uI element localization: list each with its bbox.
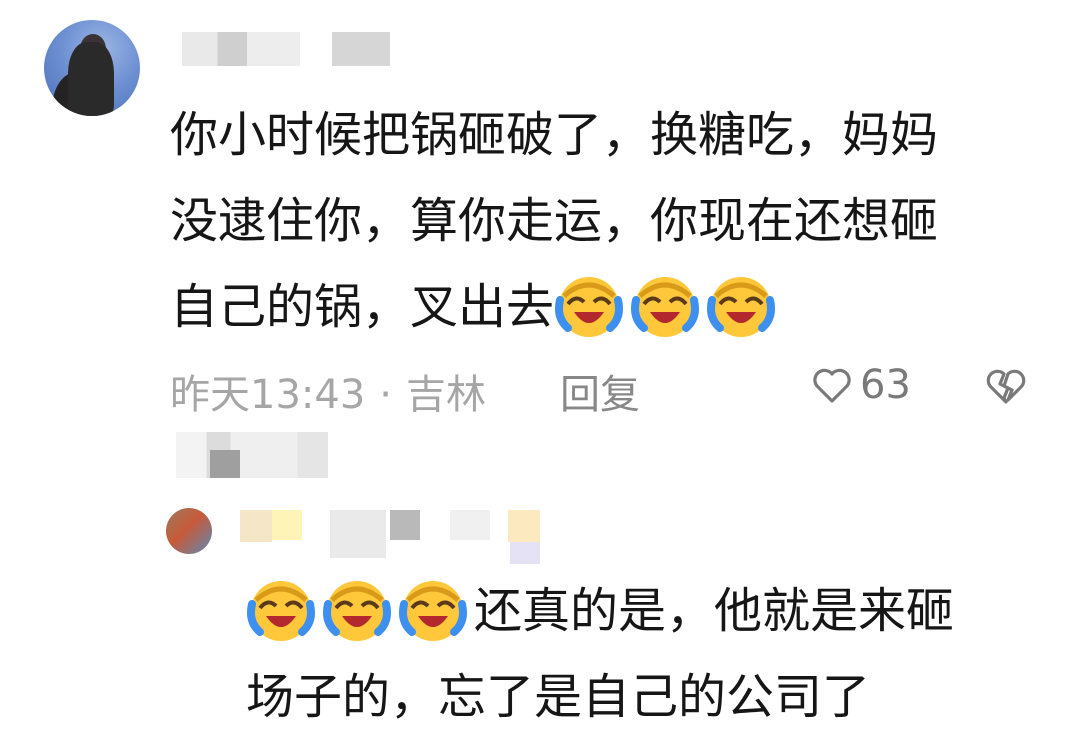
reply-line-1-text: 还真的是，他就是来砸 bbox=[474, 583, 955, 639]
comment-line-1: 你小时候把锅砸破了，换糖吃，妈妈 bbox=[170, 107, 939, 163]
reply-username-blurred bbox=[272, 510, 302, 540]
reply-avatar[interactable] bbox=[166, 508, 212, 554]
comment-location: 吉林 bbox=[406, 372, 486, 418]
laughing-crying-emoji bbox=[322, 574, 392, 644]
comment-text: 你小时候把锅砸破了，换糖吃，妈妈 没逮住你，算你走运，你现在还想砸 自己的锅，叉… bbox=[170, 92, 1030, 350]
comment-line-3: 自己的锅，叉出去 bbox=[170, 264, 1030, 350]
comment-time: 昨天13:43 bbox=[170, 372, 366, 418]
comment-line-2: 没逮住你，算你走运，你现在还想砸 bbox=[170, 193, 939, 249]
reply-username-blurred bbox=[240, 510, 272, 542]
laughing-crying-emoji bbox=[706, 270, 776, 340]
username-blurred bbox=[176, 432, 328, 478]
laughing-crying-emoji bbox=[554, 270, 624, 340]
reply-username-blurred bbox=[508, 510, 540, 542]
dislike-button[interactable] bbox=[984, 362, 1028, 408]
reply-button[interactable]: 回复 bbox=[560, 362, 640, 420]
like-button[interactable]: 63 bbox=[810, 362, 911, 408]
laughing-crying-emoji bbox=[246, 574, 316, 644]
username-blurred bbox=[182, 32, 300, 66]
username-blurred-tail bbox=[332, 32, 390, 66]
broken-heart-icon bbox=[986, 369, 1026, 404]
reply-username-blurred bbox=[330, 510, 386, 558]
like-count: 63 bbox=[860, 362, 911, 408]
comment-line-3-text: 自己的锅，叉出去 bbox=[170, 279, 555, 335]
comment-meta: 昨天13:43 · 吉林 bbox=[170, 362, 486, 420]
meta-separator: · bbox=[379, 372, 392, 418]
heart-icon bbox=[813, 368, 851, 403]
avatar[interactable] bbox=[44, 20, 140, 116]
reply-username-blurred bbox=[390, 510, 420, 540]
reply-username-blurred bbox=[510, 542, 540, 564]
reply-text: 还真的是，他就是来砸 场子的，忘了是自己的公司了 bbox=[246, 568, 1046, 740]
reply-line-1: 还真的是，他就是来砸 bbox=[246, 568, 1046, 654]
reply-username-blurred bbox=[450, 510, 490, 540]
laughing-crying-emoji bbox=[398, 574, 468, 644]
reply-line-2: 场子的，忘了是自己的公司了 bbox=[246, 669, 871, 725]
laughing-crying-emoji bbox=[630, 270, 700, 340]
username-blurred-block bbox=[210, 450, 240, 478]
